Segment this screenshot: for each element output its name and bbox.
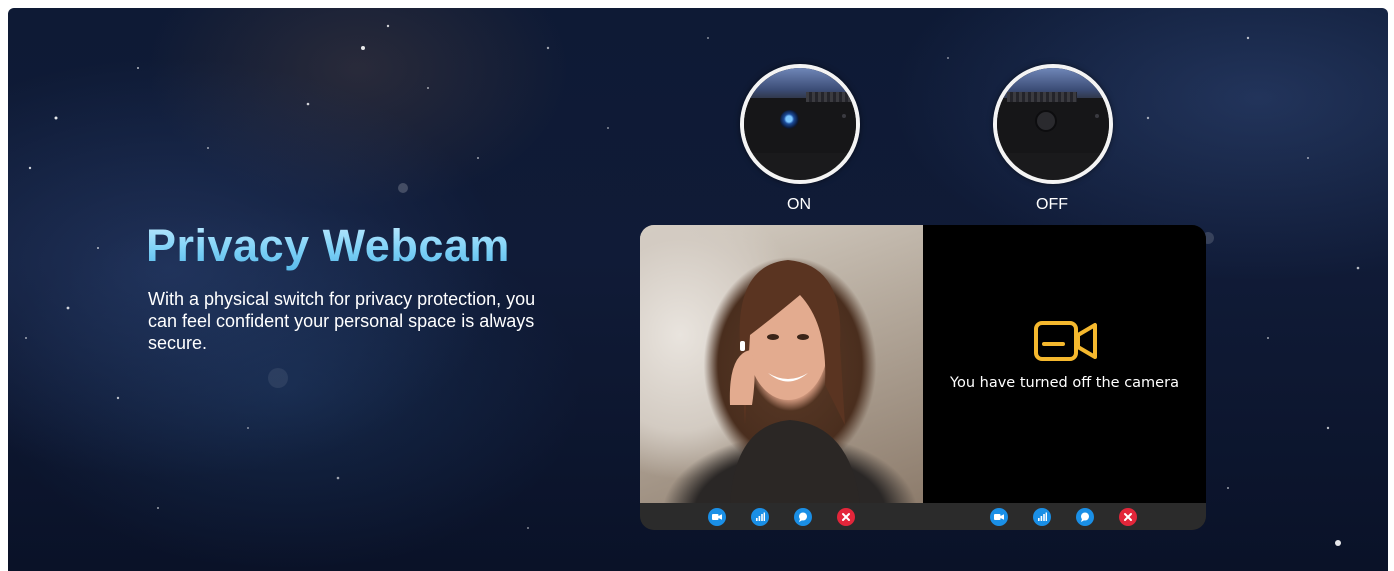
- signal-icon: [1038, 512, 1047, 521]
- hero-banner: Privacy Webcam With a physical switch fo…: [8, 8, 1388, 571]
- end-call-button[interactable]: [837, 508, 855, 526]
- webcam-off-closeup: [993, 64, 1113, 184]
- page-title: Privacy Webcam: [146, 220, 510, 271]
- switch-label-off: OFF: [1036, 196, 1068, 213]
- call-controls-bar: [640, 503, 1206, 530]
- webcam-lens-covered-icon: [1035, 110, 1057, 132]
- chat-button[interactable]: [1076, 508, 1094, 526]
- camera-off-message: You have turned off the camera: [950, 375, 1179, 391]
- switch-label-on: ON: [787, 196, 811, 213]
- chat-button[interactable]: [794, 508, 812, 526]
- webcam-on-closeup: [740, 64, 860, 184]
- signal-icon: [756, 512, 765, 521]
- video-call-screen: You have turned off the camera: [640, 225, 1206, 530]
- chat-bubble-icon: [799, 512, 807, 522]
- description-text: With a physical switch for privacy prote…: [148, 289, 536, 353]
- close-icon: [1124, 513, 1132, 521]
- video-toggle-button[interactable]: [708, 508, 726, 526]
- video-camera-icon: [1034, 321, 1097, 361]
- signal-button[interactable]: [1033, 508, 1051, 526]
- video-camera-icon: [712, 514, 722, 520]
- close-icon: [842, 513, 850, 521]
- webcam-lens-open-icon: [780, 110, 800, 130]
- chat-bubble-icon: [1081, 512, 1089, 522]
- signal-button[interactable]: [751, 508, 769, 526]
- video-toggle-button[interactable]: [990, 508, 1008, 526]
- video-feed-woman: [640, 225, 923, 503]
- end-call-button[interactable]: [1119, 508, 1137, 526]
- video-camera-icon: [994, 514, 1004, 520]
- camera-off-panel: You have turned off the camera: [923, 225, 1206, 503]
